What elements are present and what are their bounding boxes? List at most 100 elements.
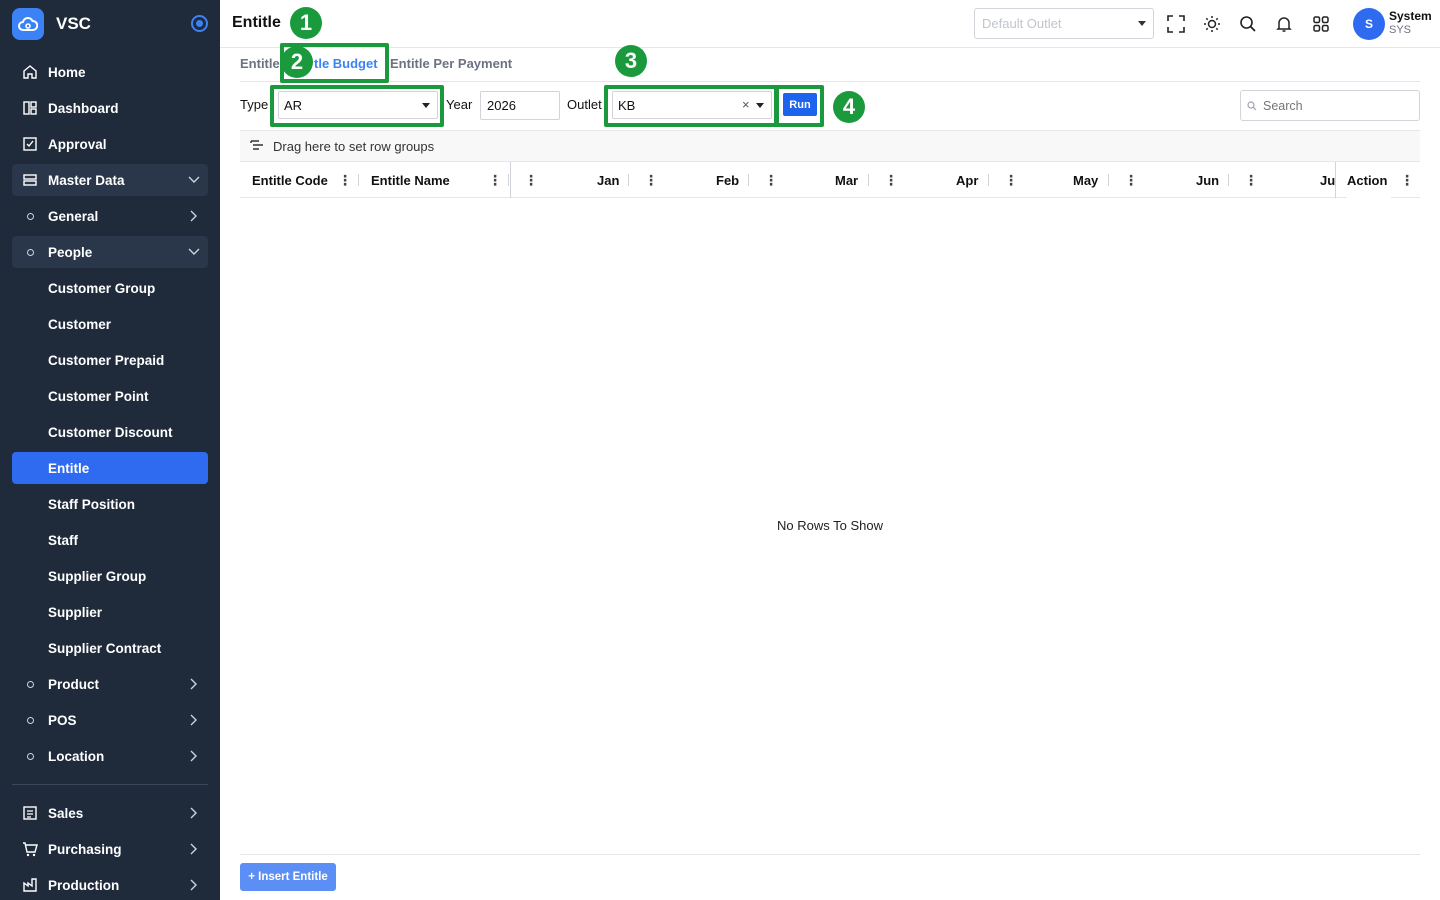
sidebar-toggle-icon[interactable] bbox=[191, 15, 208, 32]
sidebar-item-pos[interactable]: POS bbox=[12, 704, 208, 736]
sidebar-item-product[interactable]: Product bbox=[12, 668, 208, 700]
column-header-action[interactable]: Action bbox=[1347, 162, 1392, 198]
sidebar-item-customer-discount[interactable]: Customer Discount bbox=[12, 416, 208, 448]
sidebar-item-supplier[interactable]: Supplier bbox=[12, 596, 208, 628]
sidebar-item-customer-point[interactable]: Customer Point bbox=[12, 380, 208, 412]
column-header-apr[interactable]: Apr bbox=[956, 162, 978, 198]
sidebar-item-approval[interactable]: Approval bbox=[12, 128, 208, 160]
sidebar-item-staff[interactable]: Staff bbox=[12, 524, 208, 556]
sidebar-item-purchasing[interactable]: Purchasing bbox=[12, 833, 208, 865]
sidebar-item-customer-prepaid[interactable]: Customer Prepaid bbox=[12, 344, 208, 376]
circle-icon bbox=[12, 716, 48, 724]
dashboard-icon bbox=[12, 100, 48, 116]
default-outlet-select[interactable]: Default Outlet bbox=[974, 8, 1154, 39]
circle-icon bbox=[12, 248, 48, 256]
highlight-box-run bbox=[775, 85, 824, 127]
column-menu-icon[interactable]: ⋮ bbox=[1400, 172, 1414, 189]
sidebar-item-label: Location bbox=[48, 748, 105, 764]
column-header-mar[interactable]: Mar bbox=[835, 162, 858, 198]
sidebar-item-label: Customer Point bbox=[48, 388, 149, 404]
sun-icon[interactable] bbox=[1201, 13, 1223, 35]
sidebar-item-label: Customer Prepaid bbox=[48, 352, 165, 368]
column-menu-icon[interactable]: ⋮ bbox=[884, 172, 898, 189]
tab-entitle[interactable]: Entitle bbox=[240, 56, 280, 71]
sidebar-item-production[interactable]: Production bbox=[12, 869, 208, 900]
sidebar-item-label: Customer Group bbox=[48, 280, 156, 296]
sidebar: VSC Home Dashboard Approval Master Data … bbox=[0, 0, 220, 900]
tab-entitle-per-payment[interactable]: Entitle Per Payment bbox=[390, 56, 512, 71]
chevron-right-icon bbox=[180, 678, 208, 690]
sidebar-item-location[interactable]: Location bbox=[12, 740, 208, 772]
sidebar-item-label: Master Data bbox=[48, 172, 125, 188]
bell-icon[interactable] bbox=[1273, 13, 1295, 35]
sidebar-item-label: Customer Discount bbox=[48, 424, 173, 440]
sidebar-item-supplier-contract[interactable]: Supplier Contract bbox=[12, 632, 208, 664]
sidebar-item-label: Supplier Group bbox=[48, 568, 147, 584]
page-title: Entitle bbox=[232, 14, 281, 31]
column-separator bbox=[1228, 174, 1229, 186]
sidebar-item-entitle[interactable]: Entitle bbox=[12, 452, 208, 484]
caret-down-icon bbox=[1138, 21, 1146, 26]
sidebar-item-home[interactable]: Home bbox=[12, 56, 208, 88]
sidebar-item-label: Supplier bbox=[48, 604, 103, 620]
brand[interactable]: VSC bbox=[12, 8, 208, 40]
column-menu-icon[interactable]: ⋮ bbox=[524, 172, 538, 189]
sidebar-item-customer[interactable]: Customer bbox=[12, 308, 208, 340]
topbar: Entitle Default Outlet S System SYS bbox=[220, 0, 1440, 48]
apps-grid-icon[interactable] bbox=[1310, 13, 1332, 35]
grid-header: Entitle Code ⋮ Entitle Name ⋮ ⋮ Jan ⋮ Fe… bbox=[240, 162, 1420, 198]
sidebar-item-label: Production bbox=[48, 877, 120, 893]
fullscreen-icon[interactable] bbox=[1165, 13, 1187, 35]
sidebar-item-supplier-group[interactable]: Supplier Group bbox=[12, 560, 208, 592]
checkbox-icon bbox=[12, 136, 48, 152]
sidebar-item-staff-position[interactable]: Staff Position bbox=[12, 488, 208, 520]
pinned-divider bbox=[1335, 162, 1336, 198]
avatar[interactable]: S bbox=[1353, 8, 1385, 40]
sidebar-item-general[interactable]: General bbox=[12, 200, 208, 232]
insert-entitle-button[interactable]: + Insert Entitle bbox=[240, 863, 336, 891]
column-menu-icon[interactable]: ⋮ bbox=[488, 172, 502, 189]
year-label: Year bbox=[446, 97, 473, 112]
column-header-may[interactable]: May bbox=[1073, 162, 1098, 198]
chevron-right-icon bbox=[180, 807, 208, 819]
circle-icon bbox=[12, 752, 48, 760]
sidebar-item-customer-group[interactable]: Customer Group bbox=[12, 272, 208, 304]
column-menu-icon[interactable]: ⋮ bbox=[1004, 172, 1018, 189]
outlet-select-placeholder: Default Outlet bbox=[982, 16, 1062, 31]
circle-icon bbox=[12, 680, 48, 688]
year-input[interactable] bbox=[480, 91, 560, 120]
server-icon bbox=[12, 172, 48, 188]
sidebar-item-dashboard[interactable]: Dashboard bbox=[12, 92, 208, 124]
column-menu-icon[interactable]: ⋮ bbox=[1124, 172, 1138, 189]
column-header-feb[interactable]: Feb bbox=[716, 162, 739, 198]
sidebar-divider bbox=[12, 784, 208, 785]
search-input[interactable] bbox=[1240, 90, 1420, 121]
receipt-icon bbox=[12, 805, 48, 821]
tab-bar: Entitle tle Budget Entitle Per Payment bbox=[240, 48, 1420, 82]
sidebar-item-label: Sales bbox=[48, 805, 84, 821]
sidebar-item-people[interactable]: People bbox=[12, 236, 208, 268]
sidebar-item-sales[interactable]: Sales bbox=[12, 797, 208, 829]
sidebar-item-label: Customer bbox=[48, 316, 112, 332]
column-header-entitle-name[interactable]: Entitle Name bbox=[371, 162, 450, 198]
sidebar-item-label: General bbox=[48, 208, 99, 224]
chevron-down-icon bbox=[180, 248, 208, 256]
sidebar-item-label: Supplier Contract bbox=[48, 640, 162, 656]
column-menu-icon[interactable]: ⋮ bbox=[1244, 172, 1258, 189]
column-header-entitle-code[interactable]: Entitle Code bbox=[252, 162, 328, 198]
column-header-jan[interactable]: Jan bbox=[597, 162, 619, 198]
row-group-panel[interactable]: Drag here to set row groups bbox=[240, 130, 1420, 162]
column-menu-icon[interactable]: ⋮ bbox=[764, 172, 778, 189]
sidebar-item-master-data[interactable]: Master Data bbox=[12, 164, 208, 196]
step-marker-1: 1 bbox=[290, 7, 322, 39]
column-header-jun[interactable]: Jun bbox=[1196, 162, 1219, 198]
search-icon[interactable] bbox=[1237, 13, 1259, 35]
sidebar-item-label: Approval bbox=[48, 136, 107, 152]
column-header-jul[interactable]: Ju bbox=[1320, 162, 1335, 198]
column-menu-icon[interactable]: ⋮ bbox=[338, 172, 352, 189]
sidebar-item-label: Staff bbox=[48, 532, 78, 548]
user-code: SYS bbox=[1389, 24, 1412, 36]
step-marker-2: 2 bbox=[281, 46, 313, 78]
column-menu-icon[interactable]: ⋮ bbox=[644, 172, 658, 189]
row-group-icon bbox=[250, 139, 264, 154]
